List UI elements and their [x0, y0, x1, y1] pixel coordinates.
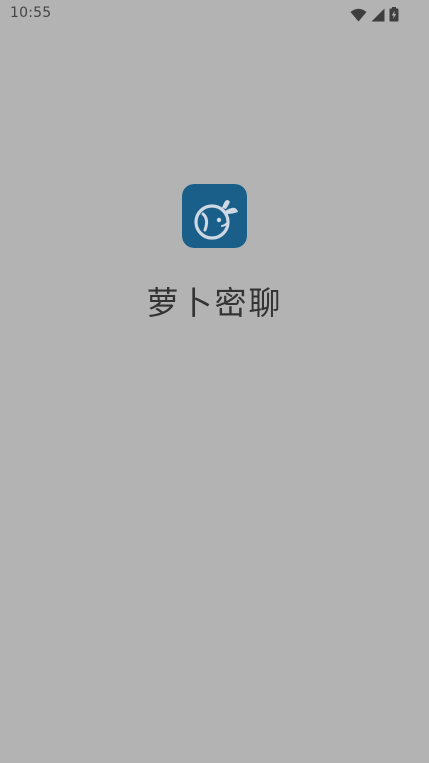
splash-screen: 萝卜密聊 — [0, 0, 429, 763]
radish-logo-icon — [182, 184, 247, 248]
app-name: 萝卜密聊 — [146, 284, 283, 322]
